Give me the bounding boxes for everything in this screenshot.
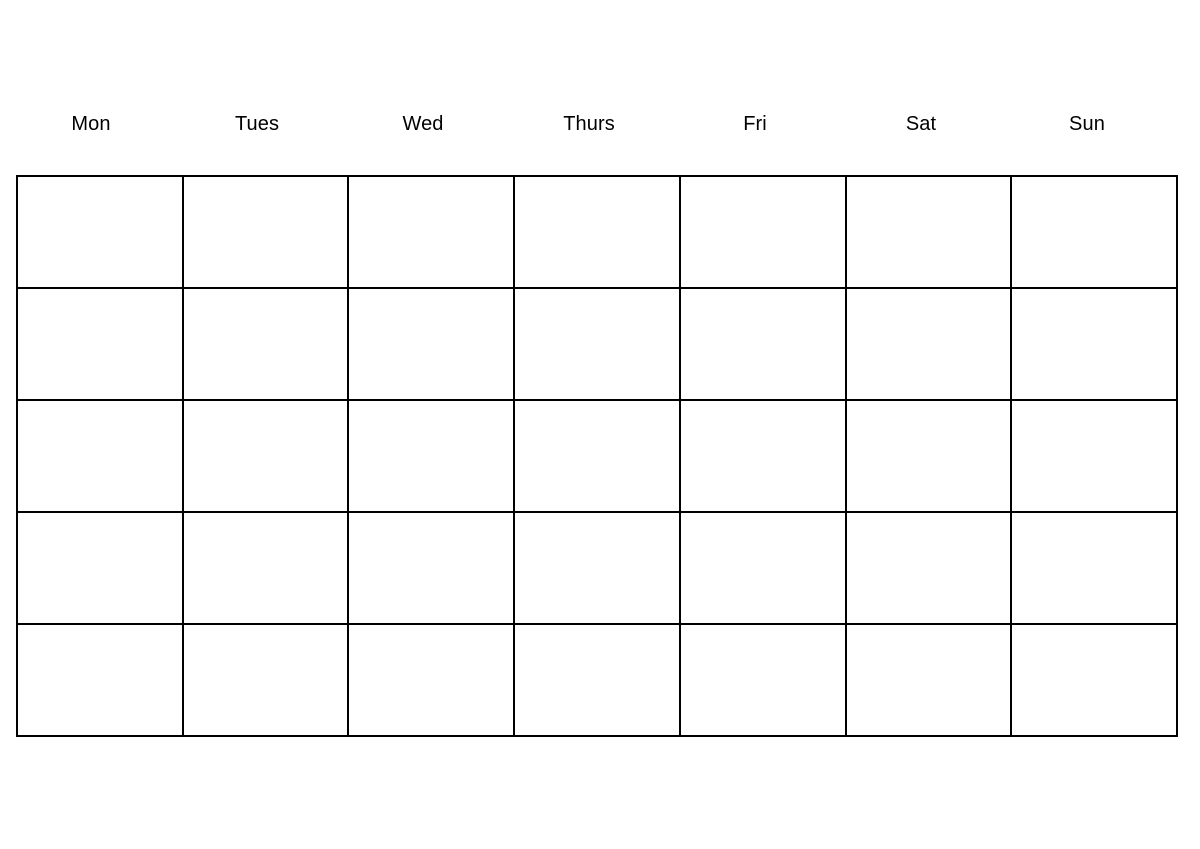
weekday-header-row: Mon Tues Wed Thurs Fri Sat Sun bbox=[16, 104, 1178, 144]
calendar-day-cell[interactable] bbox=[680, 289, 847, 401]
calendar-day-cell[interactable] bbox=[349, 513, 516, 625]
weekday-header-tues: Tues bbox=[234, 113, 280, 135]
calendar-day-cell[interactable] bbox=[183, 513, 350, 625]
weekday-header-mon: Mon bbox=[71, 113, 111, 135]
calendar-day-cell[interactable] bbox=[515, 401, 681, 513]
calendar-day-cell[interactable] bbox=[18, 177, 184, 289]
weekday-header-sun: Sun bbox=[1069, 113, 1105, 135]
calendar-day-cell[interactable] bbox=[18, 625, 184, 737]
calendar-day-cell[interactable] bbox=[1012, 401, 1179, 513]
weekday-header-fri: Fri bbox=[743, 113, 767, 135]
calendar-day-cell[interactable] bbox=[680, 625, 847, 737]
calendar-day-cell[interactable] bbox=[18, 289, 184, 401]
calendar-day-cell[interactable] bbox=[515, 513, 681, 625]
calendar-week-row bbox=[18, 625, 1179, 737]
calendar-day-cell[interactable] bbox=[349, 177, 516, 289]
weekday-header-sat: Sat bbox=[905, 113, 937, 135]
calendar-day-cell[interactable] bbox=[846, 401, 1013, 513]
calendar-day-cell[interactable] bbox=[515, 625, 681, 737]
calendar-day-cell[interactable] bbox=[1012, 625, 1179, 737]
calendar-week-row bbox=[18, 513, 1179, 625]
calendar-day-cell[interactable] bbox=[18, 513, 184, 625]
calendar-day-cell[interactable] bbox=[183, 625, 350, 737]
calendar-day-cell[interactable] bbox=[183, 401, 350, 513]
calendar-grid bbox=[16, 175, 1179, 737]
calendar-day-cell[interactable] bbox=[1012, 289, 1179, 401]
calendar-day-cell[interactable] bbox=[846, 177, 1013, 289]
calendar-day-cell[interactable] bbox=[846, 289, 1013, 401]
calendar-day-cell[interactable] bbox=[680, 513, 847, 625]
weekday-header-wed: Wed bbox=[402, 113, 444, 135]
calendar-week-row bbox=[18, 177, 1179, 289]
calendar-day-cell[interactable] bbox=[515, 289, 681, 401]
calendar-day-cell[interactable] bbox=[349, 625, 516, 737]
calendar-day-cell[interactable] bbox=[349, 401, 516, 513]
calendar-week-row bbox=[18, 401, 1179, 513]
calendar-day-cell[interactable] bbox=[1012, 177, 1179, 289]
calendar-week-row bbox=[18, 289, 1179, 401]
calendar-day-cell[interactable] bbox=[680, 401, 847, 513]
calendar-day-cell[interactable] bbox=[349, 289, 516, 401]
calendar-page: Mon Tues Wed Thurs Fri Sat Sun bbox=[0, 0, 1200, 849]
calendar-day-cell[interactable] bbox=[183, 177, 350, 289]
calendar-day-cell[interactable] bbox=[515, 177, 681, 289]
weekday-header-thurs: Thurs bbox=[563, 113, 615, 135]
calendar-day-cell[interactable] bbox=[846, 625, 1013, 737]
calendar-day-cell[interactable] bbox=[18, 401, 184, 513]
calendar-day-cell[interactable] bbox=[846, 513, 1013, 625]
calendar-day-cell[interactable] bbox=[680, 177, 847, 289]
calendar-day-cell[interactable] bbox=[183, 289, 350, 401]
calendar-day-cell[interactable] bbox=[1012, 513, 1179, 625]
